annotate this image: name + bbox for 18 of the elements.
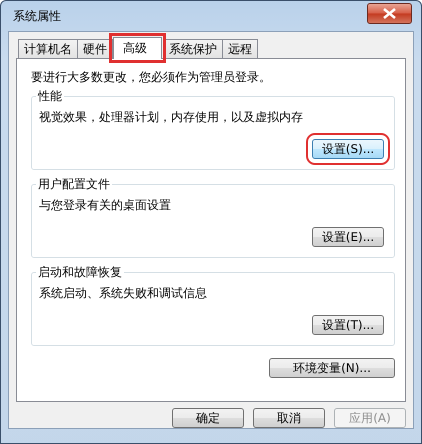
window-title: 系统属性	[13, 8, 61, 24]
settings-button[interactable]: 设置(E)...	[312, 227, 384, 247]
ok-button[interactable]: 确定	[172, 408, 244, 428]
close-icon[interactable]	[367, 2, 412, 24]
tab[interactable]: 系统保护	[163, 39, 223, 58]
group-description: 系统启动、系统失败和调试信息	[39, 285, 208, 302]
tab[interactable]: 硬件	[77, 39, 113, 58]
group-title: 性能	[36, 88, 64, 105]
group-title: 启动和故障恢复	[36, 264, 124, 281]
group-description: 视觉效果，处理器计划，内存使用，以及虚拟内存	[39, 109, 304, 126]
group-title: 用户配置文件	[36, 176, 112, 193]
cancel-button[interactable]: 取消	[253, 408, 325, 428]
settings-button[interactable]: 设置(T)...	[312, 315, 384, 335]
tab[interactable]: 计算机名	[18, 39, 78, 58]
group-description: 与您登录有关的桌面设置	[39, 197, 172, 214]
environment-variables-button[interactable]: 环境变量(N)...	[269, 358, 395, 378]
tab[interactable]: 远程	[222, 39, 258, 58]
admin-notice: 要进行大多数更改，您必须作为管理员登录。	[31, 69, 272, 86]
